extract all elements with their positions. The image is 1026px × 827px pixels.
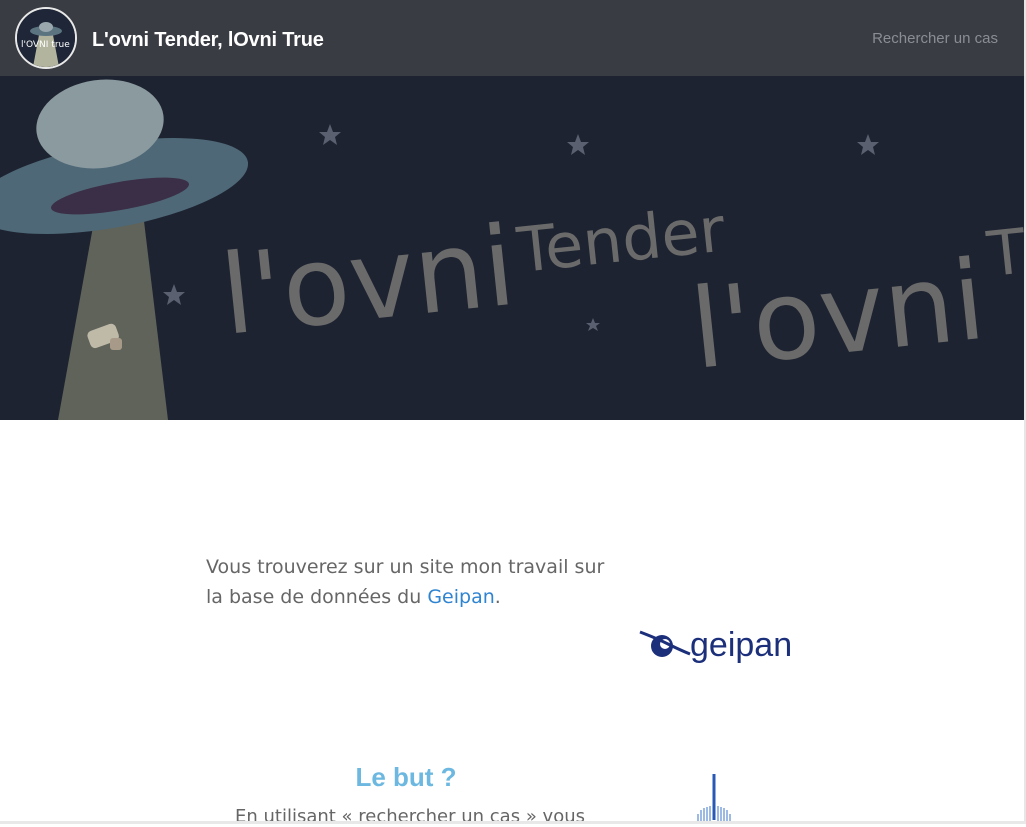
antenna-illustration-icon (697, 774, 731, 824)
site-title[interactable]: L'ovni Tender, lOvni True (92, 29, 324, 52)
top-navbar: l'OVNI true L'ovni Tender, lOvni True Re… (0, 0, 1024, 76)
ufo-logo-icon: l'OVNI true (17, 9, 75, 67)
section-title: Le but ? (355, 762, 457, 792)
geipan-logo: geipan (639, 626, 792, 664)
search-case-link[interactable]: Rechercher un cas (872, 30, 998, 47)
hero-banner: l'ovni Tender l'ovni T (0, 76, 1024, 420)
geipan-link[interactable]: Geipan (427, 586, 494, 608)
geipan-swirl-icon (639, 630, 691, 657)
hero-illustration: l'ovni Tender l'ovni T (0, 79, 1024, 420)
intro-paragraph: Vous trouverez sur un site mon travail s… (206, 552, 606, 612)
banner-text-t: T (983, 214, 1024, 291)
site-logo[interactable]: l'OVNI true (15, 7, 77, 69)
banner-text-lovni: l'ovni (215, 202, 520, 360)
logo-text: l'OVNI true (21, 40, 70, 50)
intro-text: Vous trouverez sur un site mon travail s… (206, 556, 605, 608)
banner-text-lovni-2: l'ovni (685, 236, 990, 394)
intro-text-end: . (494, 586, 501, 608)
geipan-wordmark: geipan (690, 626, 792, 664)
